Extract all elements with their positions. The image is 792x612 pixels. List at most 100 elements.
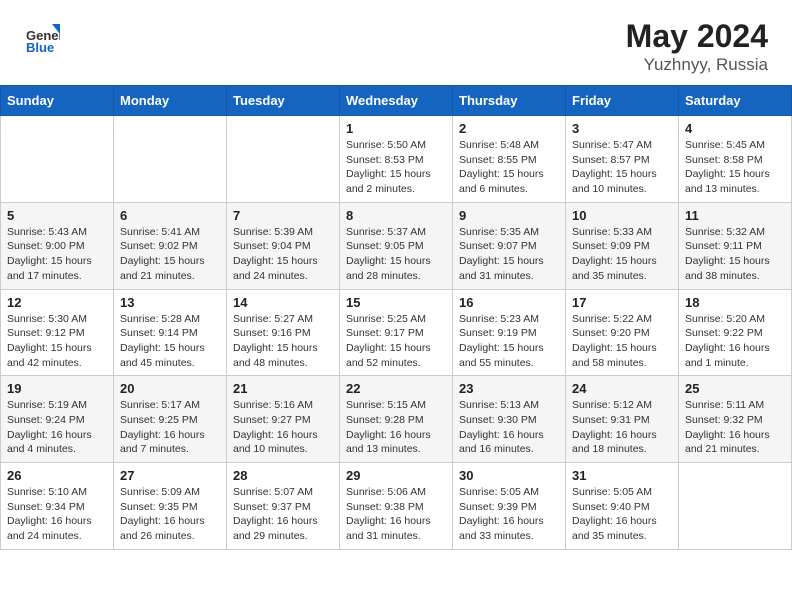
day-number: 26 bbox=[7, 468, 107, 483]
day-info: Sunrise: 5:32 AM Sunset: 9:11 PM Dayligh… bbox=[685, 225, 785, 284]
day-number: 10 bbox=[572, 208, 672, 223]
day-number: 14 bbox=[233, 295, 333, 310]
calendar-week-row: 26Sunrise: 5:10 AM Sunset: 9:34 PM Dayli… bbox=[1, 463, 792, 550]
day-info: Sunrise: 5:20 AM Sunset: 9:22 PM Dayligh… bbox=[685, 312, 785, 371]
day-number: 22 bbox=[346, 381, 446, 396]
calendar-day-cell: 3 Sunrise: 5:47 AM Sunset: 8:57 PM Daylig… bbox=[566, 116, 679, 203]
calendar-week-row: 19 Sunrise: 5:19 AM Sunset: 9:24 PM Dayli… bbox=[1, 376, 792, 463]
calendar-day-cell: 26Sunrise: 5:10 AM Sunset: 9:34 PM Dayli… bbox=[1, 463, 114, 550]
day-number: 9 bbox=[459, 208, 559, 223]
day-info: Sunrise: 5:12 AM Sunset: 9:31 PM Dayligh… bbox=[572, 398, 672, 457]
day-info: Sunrise: 5:06 AM Sunset: 9:38 PM Dayligh… bbox=[346, 485, 446, 544]
day-number: 31 bbox=[572, 468, 672, 483]
calendar-day-cell: 14 Sunrise: 5:27 AM Sunset: 9:16 PM Dayli… bbox=[227, 289, 340, 376]
day-info: Sunrise: 5:41 AM Sunset: 9:02 PM Dayligh… bbox=[120, 225, 220, 284]
day-number: 3 bbox=[572, 121, 672, 136]
weekday-header: Monday bbox=[114, 86, 227, 116]
day-info: Sunrise: 5:45 AM Sunset: 8:58 PM Dayligh… bbox=[685, 138, 785, 197]
day-info: Sunrise: 5:28 AM Sunset: 9:14 PM Dayligh… bbox=[120, 312, 220, 371]
day-number: 8 bbox=[346, 208, 446, 223]
day-number: 18 bbox=[685, 295, 785, 310]
calendar-day-cell bbox=[114, 116, 227, 203]
calendar-day-cell: 28 Sunrise: 5:07 AM Sunset: 9:37 PM Dayli… bbox=[227, 463, 340, 550]
calendar-day-cell: 16 Sunrise: 5:23 AM Sunset: 9:19 PM Dayli… bbox=[453, 289, 566, 376]
calendar-day-cell bbox=[1, 116, 114, 203]
logo: General Blue bbox=[24, 18, 66, 54]
day-number: 12 bbox=[7, 295, 107, 310]
calendar-day-cell bbox=[227, 116, 340, 203]
day-number: 20 bbox=[120, 381, 220, 396]
logo-icon: General Blue bbox=[24, 18, 60, 54]
calendar-header-row: SundayMondayTuesdayWednesdayThursdayFrid… bbox=[1, 86, 792, 116]
day-info: Sunrise: 5:33 AM Sunset: 9:09 PM Dayligh… bbox=[572, 225, 672, 284]
day-number: 15 bbox=[346, 295, 446, 310]
svg-text:Blue: Blue bbox=[26, 40, 54, 54]
calendar-day-cell: 21 Sunrise: 5:16 AM Sunset: 9:27 PM Dayli… bbox=[227, 376, 340, 463]
calendar-day-cell: 11 Sunrise: 5:32 AM Sunset: 9:11 PM Dayli… bbox=[679, 202, 792, 289]
calendar-week-row: 1Sunrise: 5:50 AM Sunset: 8:53 PM Daylig… bbox=[1, 116, 792, 203]
calendar-day-cell: 1Sunrise: 5:50 AM Sunset: 8:53 PM Daylig… bbox=[340, 116, 453, 203]
day-info: Sunrise: 5:05 AM Sunset: 9:39 PM Dayligh… bbox=[459, 485, 559, 544]
day-number: 5 bbox=[7, 208, 107, 223]
calendar-day-cell: 27Sunrise: 5:09 AM Sunset: 9:35 PM Dayli… bbox=[114, 463, 227, 550]
day-info: Sunrise: 5:07 AM Sunset: 9:37 PM Dayligh… bbox=[233, 485, 333, 544]
day-number: 11 bbox=[685, 208, 785, 223]
calendar-day-cell: 9 Sunrise: 5:35 AM Sunset: 9:07 PM Daylig… bbox=[453, 202, 566, 289]
calendar-day-cell: 23Sunrise: 5:13 AM Sunset: 9:30 PM Dayli… bbox=[453, 376, 566, 463]
weekday-header: Wednesday bbox=[340, 86, 453, 116]
calendar-table: SundayMondayTuesdayWednesdayThursdayFrid… bbox=[0, 85, 792, 550]
day-info: Sunrise: 5:27 AM Sunset: 9:16 PM Dayligh… bbox=[233, 312, 333, 371]
weekday-header: Friday bbox=[566, 86, 679, 116]
calendar-day-cell: 31Sunrise: 5:05 AM Sunset: 9:40 PM Dayli… bbox=[566, 463, 679, 550]
day-number: 17 bbox=[572, 295, 672, 310]
day-info: Sunrise: 5:37 AM Sunset: 9:05 PM Dayligh… bbox=[346, 225, 446, 284]
day-info: Sunrise: 5:35 AM Sunset: 9:07 PM Dayligh… bbox=[459, 225, 559, 284]
day-number: 30 bbox=[459, 468, 559, 483]
calendar-day-cell: 12Sunrise: 5:30 AM Sunset: 9:12 PM Dayli… bbox=[1, 289, 114, 376]
calendar-day-cell: 17Sunrise: 5:22 AM Sunset: 9:20 PM Dayli… bbox=[566, 289, 679, 376]
day-info: Sunrise: 5:47 AM Sunset: 8:57 PM Dayligh… bbox=[572, 138, 672, 197]
calendar-week-row: 12Sunrise: 5:30 AM Sunset: 9:12 PM Dayli… bbox=[1, 289, 792, 376]
calendar-day-cell: 8 Sunrise: 5:37 AM Sunset: 9:05 PM Daylig… bbox=[340, 202, 453, 289]
day-number: 28 bbox=[233, 468, 333, 483]
calendar-day-cell: 24 Sunrise: 5:12 AM Sunset: 9:31 PM Dayli… bbox=[566, 376, 679, 463]
day-info: Sunrise: 5:15 AM Sunset: 9:28 PM Dayligh… bbox=[346, 398, 446, 457]
day-number: 21 bbox=[233, 381, 333, 396]
day-number: 24 bbox=[572, 381, 672, 396]
calendar-day-cell: 20 Sunrise: 5:17 AM Sunset: 9:25 PM Dayli… bbox=[114, 376, 227, 463]
day-number: 6 bbox=[120, 208, 220, 223]
calendar-day-cell: 22 Sunrise: 5:15 AM Sunset: 9:28 PM Dayli… bbox=[340, 376, 453, 463]
day-number: 13 bbox=[120, 295, 220, 310]
day-info: Sunrise: 5:43 AM Sunset: 9:00 PM Dayligh… bbox=[7, 225, 107, 284]
calendar-day-cell: 2 Sunrise: 5:48 AM Sunset: 8:55 PM Daylig… bbox=[453, 116, 566, 203]
calendar-location: Yuzhnyy, Russia bbox=[626, 55, 768, 75]
calendar-day-cell: 29 Sunrise: 5:06 AM Sunset: 9:38 PM Dayli… bbox=[340, 463, 453, 550]
day-info: Sunrise: 5:25 AM Sunset: 9:17 PM Dayligh… bbox=[346, 312, 446, 371]
day-number: 29 bbox=[346, 468, 446, 483]
day-number: 2 bbox=[459, 121, 559, 136]
calendar-day-cell: 10 Sunrise: 5:33 AM Sunset: 9:09 PM Dayli… bbox=[566, 202, 679, 289]
day-number: 25 bbox=[685, 381, 785, 396]
title-block: May 2024 Yuzhnyy, Russia bbox=[626, 18, 768, 75]
day-number: 19 bbox=[7, 381, 107, 396]
day-info: Sunrise: 5:19 AM Sunset: 9:24 PM Dayligh… bbox=[7, 398, 107, 457]
day-info: Sunrise: 5:48 AM Sunset: 8:55 PM Dayligh… bbox=[459, 138, 559, 197]
day-info: Sunrise: 5:11 AM Sunset: 9:32 PM Dayligh… bbox=[685, 398, 785, 457]
calendar-day-cell: 13 Sunrise: 5:28 AM Sunset: 9:14 PM Dayli… bbox=[114, 289, 227, 376]
day-info: Sunrise: 5:16 AM Sunset: 9:27 PM Dayligh… bbox=[233, 398, 333, 457]
day-info: Sunrise: 5:17 AM Sunset: 9:25 PM Dayligh… bbox=[120, 398, 220, 457]
calendar-title: May 2024 bbox=[626, 18, 768, 55]
calendar-day-cell: 30 Sunrise: 5:05 AM Sunset: 9:39 PM Dayli… bbox=[453, 463, 566, 550]
calendar-day-cell: 15 Sunrise: 5:25 AM Sunset: 9:17 PM Dayli… bbox=[340, 289, 453, 376]
day-info: Sunrise: 5:13 AM Sunset: 9:30 PM Dayligh… bbox=[459, 398, 559, 457]
day-number: 16 bbox=[459, 295, 559, 310]
day-info: Sunrise: 5:23 AM Sunset: 9:19 PM Dayligh… bbox=[459, 312, 559, 371]
weekday-header: Thursday bbox=[453, 86, 566, 116]
weekday-header: Sunday bbox=[1, 86, 114, 116]
calendar-day-cell bbox=[679, 463, 792, 550]
calendar-day-cell: 5 Sunrise: 5:43 AM Sunset: 9:00 PM Daylig… bbox=[1, 202, 114, 289]
day-number: 4 bbox=[685, 121, 785, 136]
day-info: Sunrise: 5:09 AM Sunset: 9:35 PM Dayligh… bbox=[120, 485, 220, 544]
calendar-day-cell: 25 Sunrise: 5:11 AM Sunset: 9:32 PM Dayli… bbox=[679, 376, 792, 463]
day-info: Sunrise: 5:50 AM Sunset: 8:53 PM Dayligh… bbox=[346, 138, 446, 197]
